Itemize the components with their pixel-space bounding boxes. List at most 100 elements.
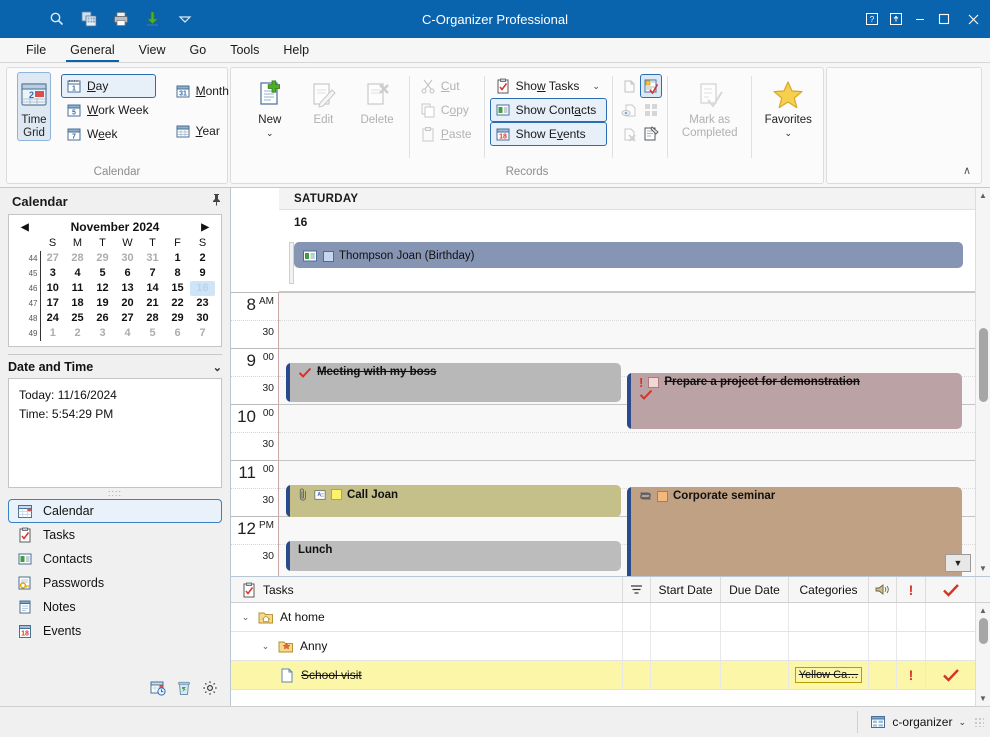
sidebar-item-passwords[interactable]: Passwords	[8, 571, 222, 595]
time-slot-hour[interactable]: 11 00	[231, 460, 278, 488]
mini-calendar-day[interactable]: 2	[190, 251, 215, 266]
restore-up-icon[interactable]	[884, 0, 908, 38]
paste-button[interactable]: Paste	[415, 122, 479, 146]
time-slot-hour[interactable]: 10 00	[231, 404, 278, 432]
mini-calendar-day[interactable]: 2	[65, 326, 90, 341]
column-start-date[interactable]: Start Date	[650, 577, 720, 602]
time-slot-half[interactable]: 30	[231, 320, 278, 348]
mini-calendar-day[interactable]: 3	[39, 266, 65, 281]
show-contacts-button[interactable]: Show Contacts	[489, 98, 607, 122]
mini-calendar-day[interactable]: 19	[90, 296, 115, 311]
mini-calendar-day[interactable]: 7	[140, 266, 165, 281]
quick-task-icon[interactable]	[639, 74, 662, 98]
next-month-icon[interactable]: ▶	[201, 222, 209, 233]
time-grid-columns[interactable]: Meeting with my boss! Prepare a project f…	[279, 292, 975, 576]
remove-attachment-icon[interactable]	[618, 122, 640, 146]
sidebar-splitter[interactable]: ::::	[0, 488, 230, 499]
time-grid-button[interactable]: 2 Time Grid	[17, 72, 51, 141]
scrollbar-thumb[interactable]	[978, 618, 988, 644]
sidebar-item-tasks[interactable]: Tasks	[8, 523, 222, 547]
time-slot-half[interactable]: 30	[231, 432, 278, 460]
time-slot-half[interactable]: 30	[231, 376, 278, 404]
sidebar-item-calendar[interactable]: Calendar	[8, 499, 222, 523]
minimize-icon[interactable]	[908, 0, 932, 38]
new-button[interactable]: New ⌄	[243, 72, 297, 141]
scroll-up-arrow[interactable]: ▲	[976, 188, 990, 203]
menu-general[interactable]: General	[58, 38, 126, 62]
view-day-button[interactable]: 1 Day	[61, 74, 156, 98]
mini-calendar-day[interactable]: 27	[39, 251, 65, 266]
sidebar-item-contacts[interactable]: Contacts	[8, 547, 222, 571]
record-properties-icon[interactable]	[640, 122, 662, 146]
mini-calendar-day[interactable]: 5	[140, 326, 165, 341]
mini-calendar-day[interactable]: 22	[165, 296, 190, 311]
time-slot-hour[interactable]: 8 AM	[231, 292, 278, 320]
close-icon[interactable]	[956, 0, 990, 38]
scroll-down-arrow[interactable]: ▼	[976, 691, 990, 706]
mini-calendar-day[interactable]: 31	[140, 251, 165, 266]
menu-file[interactable]: File	[14, 38, 58, 62]
mini-calendar-day[interactable]: 13	[115, 281, 140, 296]
calendar-event[interactable]: Meeting with my boss	[285, 363, 622, 402]
search-icon[interactable]	[42, 5, 72, 33]
mini-calendar-day[interactable]: 30	[190, 311, 215, 326]
sidebar-item-events[interactable]: 18 Events	[8, 619, 222, 643]
cut-button[interactable]: Cut	[415, 74, 479, 98]
mini-calendar-day[interactable]: 7	[190, 326, 215, 341]
mini-calendar-day[interactable]: 14	[140, 281, 165, 296]
view-work-week-button[interactable]: 5 Work Week	[61, 98, 156, 122]
table-row[interactable]: ⌄ At home	[231, 603, 975, 632]
delete-button[interactable]: Delete	[350, 72, 404, 128]
all-day-event[interactable]: Thompson Joan (Birthday)	[294, 242, 963, 268]
import-icon[interactable]	[138, 5, 168, 33]
expand-toggle[interactable]: ⌄	[239, 611, 252, 624]
mini-calendar-day[interactable]: 28	[65, 251, 90, 266]
show-events-button[interactable]: 18 Show Events	[489, 122, 607, 146]
mini-calendar-day[interactable]: 1	[39, 326, 65, 341]
menu-view[interactable]: View	[127, 38, 178, 62]
mini-calendar-day[interactable]: 10	[39, 281, 65, 296]
tasks-vertical-scrollbar[interactable]: ▲ ▼	[975, 603, 990, 706]
duplicate-icon[interactable]	[618, 74, 640, 98]
mini-calendar-day[interactable]: 29	[165, 311, 190, 326]
datetime-panel-header[interactable]: Date and Time ⌄	[8, 354, 222, 374]
edit-button[interactable]: Edit	[297, 72, 351, 128]
column-priority[interactable]: !	[896, 577, 925, 602]
customize-qat-icon[interactable]	[170, 5, 200, 33]
copy-records-icon[interactable]	[74, 5, 104, 33]
scrollbar-track[interactable]	[976, 292, 990, 561]
mini-calendar-day[interactable]: 4	[65, 266, 90, 281]
mini-calendar-day[interactable]: 1	[165, 251, 190, 266]
time-slot-half[interactable]: 30	[231, 544, 278, 572]
show-tasks-button[interactable]: Show Tasks ⌄	[490, 74, 607, 98]
table-row[interactable]: ⌄ Anny	[231, 632, 975, 661]
column-categories[interactable]: Categories	[788, 577, 868, 602]
sidebar-item-notes[interactable]: Notes	[8, 595, 222, 619]
mini-calendar-day[interactable]: 16	[190, 281, 215, 296]
mini-calendar-day[interactable]: 24	[39, 311, 65, 326]
view-month-button[interactable]: 31 Month	[170, 79, 236, 103]
scroll-up-arrow[interactable]: ▲	[976, 603, 990, 618]
chevron-down-icon[interactable]: ⌄	[958, 717, 966, 728]
preview-icon[interactable]	[618, 98, 640, 122]
mark-completed-button[interactable]: Mark as Completed	[673, 72, 746, 141]
mini-calendar-day[interactable]: 18	[65, 296, 90, 311]
mini-calendar-day[interactable]: 29	[90, 251, 115, 266]
database-selector[interactable]: c-organizer ⌄	[857, 711, 974, 733]
scrollbar-thumb[interactable]	[978, 328, 988, 402]
chevron-expand-icon[interactable]: ⌄	[213, 361, 222, 374]
help-icon[interactable]: ?	[860, 0, 884, 38]
mini-calendar-day[interactable]: 26	[90, 311, 115, 326]
mini-calendar-day[interactable]: 17	[39, 296, 65, 311]
mini-calendar-day[interactable]: 6	[115, 266, 140, 281]
calendar-event[interactable]: ! Prepare a project for demonstration	[627, 373, 963, 429]
column-due-date[interactable]: Due Date	[720, 577, 788, 602]
column-alarm[interactable]	[868, 577, 896, 602]
mini-calendar-day[interactable]: 9	[190, 266, 215, 281]
mini-calendar-day[interactable]: 23	[190, 296, 215, 311]
table-row[interactable]: School visit Yellow Ca… !	[231, 661, 975, 690]
mini-calendar-day[interactable]: 20	[115, 296, 140, 311]
scrollbar-track[interactable]	[976, 618, 990, 691]
menu-go[interactable]: Go	[178, 38, 219, 62]
expand-toggle[interactable]: ⌄	[259, 640, 272, 653]
